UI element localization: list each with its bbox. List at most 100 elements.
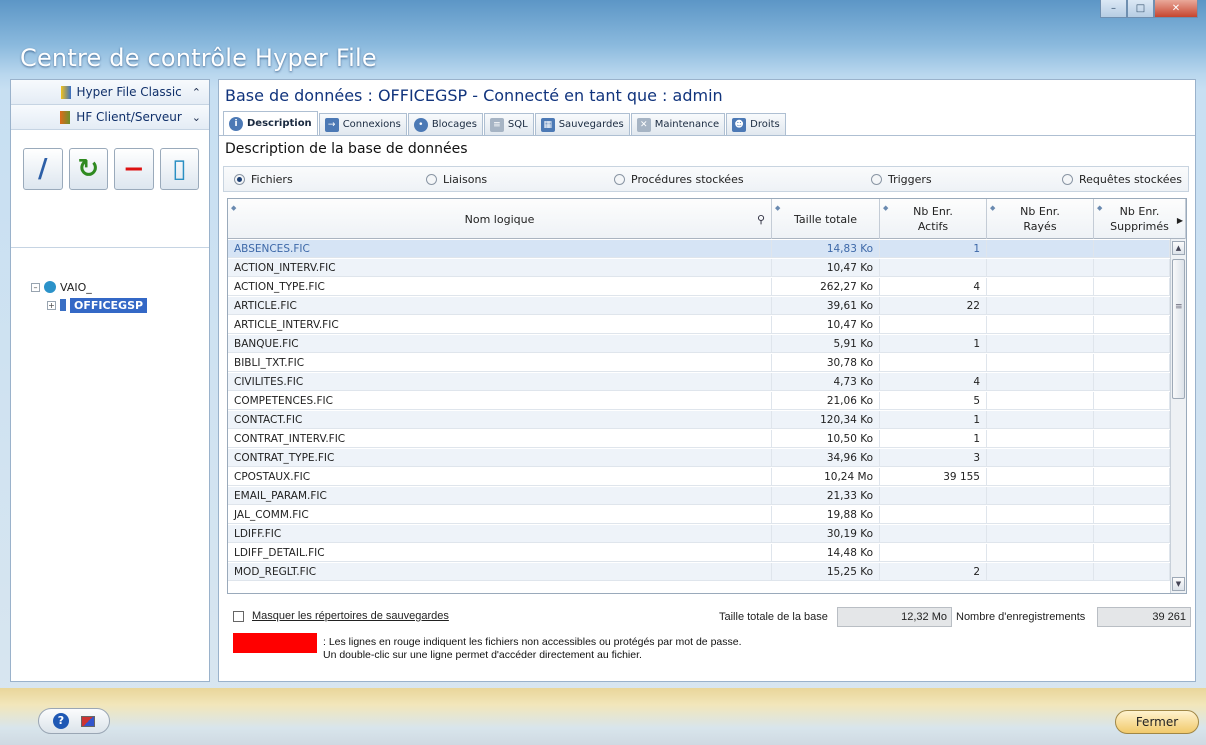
table-cell	[987, 335, 1094, 353]
minimize-button[interactable]: –	[1100, 0, 1127, 18]
table-cell: CIVILITES.FIC	[228, 373, 772, 391]
column-header-nom[interactable]: ◆ Nom logique ⚲	[228, 199, 772, 239]
radio-liaisons[interactable]: Liaisons	[426, 173, 487, 186]
radio-dot	[871, 174, 882, 185]
column-header-rayes[interactable]: ◆ Nb Enr. Rayés	[987, 199, 1094, 239]
radio-procedures[interactable]: Procédures stockées	[614, 173, 744, 186]
footer-bar: ? Fermer	[0, 688, 1206, 745]
radio-dot	[1062, 174, 1073, 185]
table-row[interactable]: LDIFF.FIC 30,19 Ko	[228, 525, 1186, 543]
scroll-thumb[interactable]	[1172, 259, 1185, 399]
table-cell: 1	[880, 335, 987, 353]
database-icon	[60, 299, 66, 311]
radio-dot	[234, 174, 245, 185]
radio-triggers[interactable]: Triggers	[871, 173, 932, 186]
table-row[interactable]: ACTION_INTERV.FIC 10,47 Ko	[228, 259, 1186, 277]
info-icon: i	[229, 116, 243, 131]
tab-sql[interactable]: ≡ SQL	[483, 113, 534, 135]
delete-button[interactable]: ▯	[159, 148, 199, 190]
chevron-right-icon[interactable]: ▶	[1177, 213, 1183, 228]
scroll-up-icon[interactable]: ▲	[1172, 241, 1185, 255]
expand-icon[interactable]: +	[47, 300, 56, 310]
table-cell: ABSENCES.FIC	[228, 240, 772, 258]
table-cell	[1094, 430, 1170, 448]
table-cell	[987, 525, 1094, 543]
table-cell	[987, 278, 1094, 296]
database-name: OFFICEGSP	[70, 297, 148, 313]
nav-section-hf-classic[interactable]: Hyper File Classic ⌃	[11, 80, 209, 105]
language-flag-icon[interactable]	[81, 715, 95, 727]
mask-backups-checkbox[interactable]: Masquer les répertoires de sauvegardes	[233, 610, 449, 622]
vertical-scrollbar[interactable]: ▲ ≡ ▼	[1170, 239, 1186, 593]
column-header-taille[interactable]: ◆ Taille totale	[772, 199, 880, 239]
hf-classic-icon	[60, 85, 71, 99]
search-icon[interactable]: ⚲	[757, 212, 765, 227]
table-cell: 5	[880, 392, 987, 410]
tab-maintenance[interactable]: ✕ Maintenance	[630, 113, 726, 135]
scroll-down-icon[interactable]: ▼	[1172, 577, 1185, 591]
table-cell: 15,25 Ko	[772, 563, 880, 581]
table-row[interactable]: ACTION_TYPE.FIC 262,27 Ko 4	[228, 278, 1186, 296]
files-grid: ◆ Nom logique ⚲ ◆ Taille totale ◆ Nb Enr…	[227, 198, 1187, 594]
refresh-button[interactable]: ↻	[68, 148, 108, 190]
remove-button[interactable]: −	[114, 148, 154, 190]
table-row[interactable]: LDIFF_DETAIL.FIC 14,48 Ko	[228, 544, 1186, 562]
tree-database[interactable]: + OFFICEGSP	[31, 296, 209, 314]
tab-label: Droits	[750, 119, 780, 130]
table-cell	[1094, 506, 1170, 524]
table-cell: 10,47 Ko	[772, 259, 880, 277]
maximize-button[interactable]: □	[1127, 0, 1154, 18]
tree-server[interactable]: – VAIO_	[31, 278, 209, 296]
nav-section-hf-cs[interactable]: HF Client/Serveur ⌄	[11, 105, 209, 130]
table-row[interactable]: ABSENCES.FIC 14,83 Ko 1	[228, 240, 1186, 258]
column-header-supprimes[interactable]: ◆ Nb Enr. Supprimés ▶	[1094, 199, 1186, 239]
table-row[interactable]: EMAIL_PARAM.FIC 21,33 Ko	[228, 487, 1186, 505]
table-cell: 39,61 Ko	[772, 297, 880, 315]
table-row[interactable]: BANQUE.FIC 5,91 Ko 1	[228, 335, 1186, 353]
tab-sauvegardes[interactable]: ▦ Sauvegardes	[534, 113, 630, 135]
table-row[interactable]: COMPETENCES.FIC 21,06 Ko 5	[228, 392, 1186, 410]
table-cell: CONTRAT_INTERV.FIC	[228, 430, 772, 448]
tab-blocages[interactable]: • Blocages	[407, 113, 483, 135]
checkbox-box[interactable]	[233, 610, 244, 622]
tab-label: Blocages	[431, 119, 477, 130]
table-row[interactable]: ARTICLE_INTERV.FIC 10,47 Ko	[228, 316, 1186, 334]
table-row[interactable]: CONTRAT_TYPE.FIC 34,96 Ko 3	[228, 449, 1186, 467]
key-button[interactable]: ∕	[23, 148, 63, 190]
tab-description[interactable]: i Description	[223, 111, 318, 135]
legend-red-swatch	[233, 633, 317, 653]
table-row[interactable]: CPOSTAUX.FIC 10,24 Mo 39 155	[228, 468, 1186, 486]
record-count-label: Nombre d'enregistrements	[956, 611, 1086, 623]
tab-label: SQL	[507, 119, 528, 130]
table-cell: 10,47 Ko	[772, 316, 880, 334]
table-row[interactable]: CONTRAT_INTERV.FIC 10,50 Ko 1	[228, 430, 1186, 448]
table-cell: CONTRAT_TYPE.FIC	[228, 449, 772, 467]
table-cell	[1094, 563, 1170, 581]
window-controls: – □ ✕	[1100, 0, 1198, 18]
hf-client-server-icon	[60, 110, 71, 124]
column-label: Nb Enr. Supprimés	[1110, 205, 1169, 233]
trash-icon: ▯	[172, 154, 187, 184]
tab-connexions[interactable]: → Connexions	[318, 113, 407, 135]
table-row[interactable]: ARTICLE.FIC 39,61 Ko 22	[228, 297, 1186, 315]
tab-droits[interactable]: ☻ Droits	[726, 113, 786, 135]
close-button[interactable]: Fermer	[1115, 710, 1199, 734]
collapse-icon[interactable]: –	[31, 282, 40, 292]
table-cell	[880, 544, 987, 562]
table-row[interactable]: BIBLI_TXT.FIC 30,78 Ko	[228, 354, 1186, 372]
table-cell	[1094, 297, 1170, 315]
table-row[interactable]: MOD_REGLT.FIC 15,25 Ko 2	[228, 563, 1186, 581]
total-size-value: 12,32 Mo	[837, 607, 952, 627]
table-row[interactable]: CIVILITES.FIC 4,73 Ko 4	[228, 373, 1186, 391]
column-label: Taille totale	[794, 212, 857, 226]
table-row[interactable]: CONTACT.FIC 120,34 Ko 1	[228, 411, 1186, 429]
radio-requetes[interactable]: Requêtes stockées	[1062, 173, 1182, 186]
record-count-value: 39 261	[1097, 607, 1191, 627]
close-window-button[interactable]: ✕	[1154, 0, 1198, 18]
sql-icon: ≡	[489, 117, 504, 132]
column-header-actifs[interactable]: ◆ Nb Enr. Actifs	[880, 199, 987, 239]
table-cell: ARTICLE_INTERV.FIC	[228, 316, 772, 334]
radio-fichiers[interactable]: Fichiers	[234, 173, 293, 186]
help-icon[interactable]: ?	[53, 713, 69, 729]
table-row[interactable]: JAL_COMM.FIC 19,88 Ko	[228, 506, 1186, 524]
